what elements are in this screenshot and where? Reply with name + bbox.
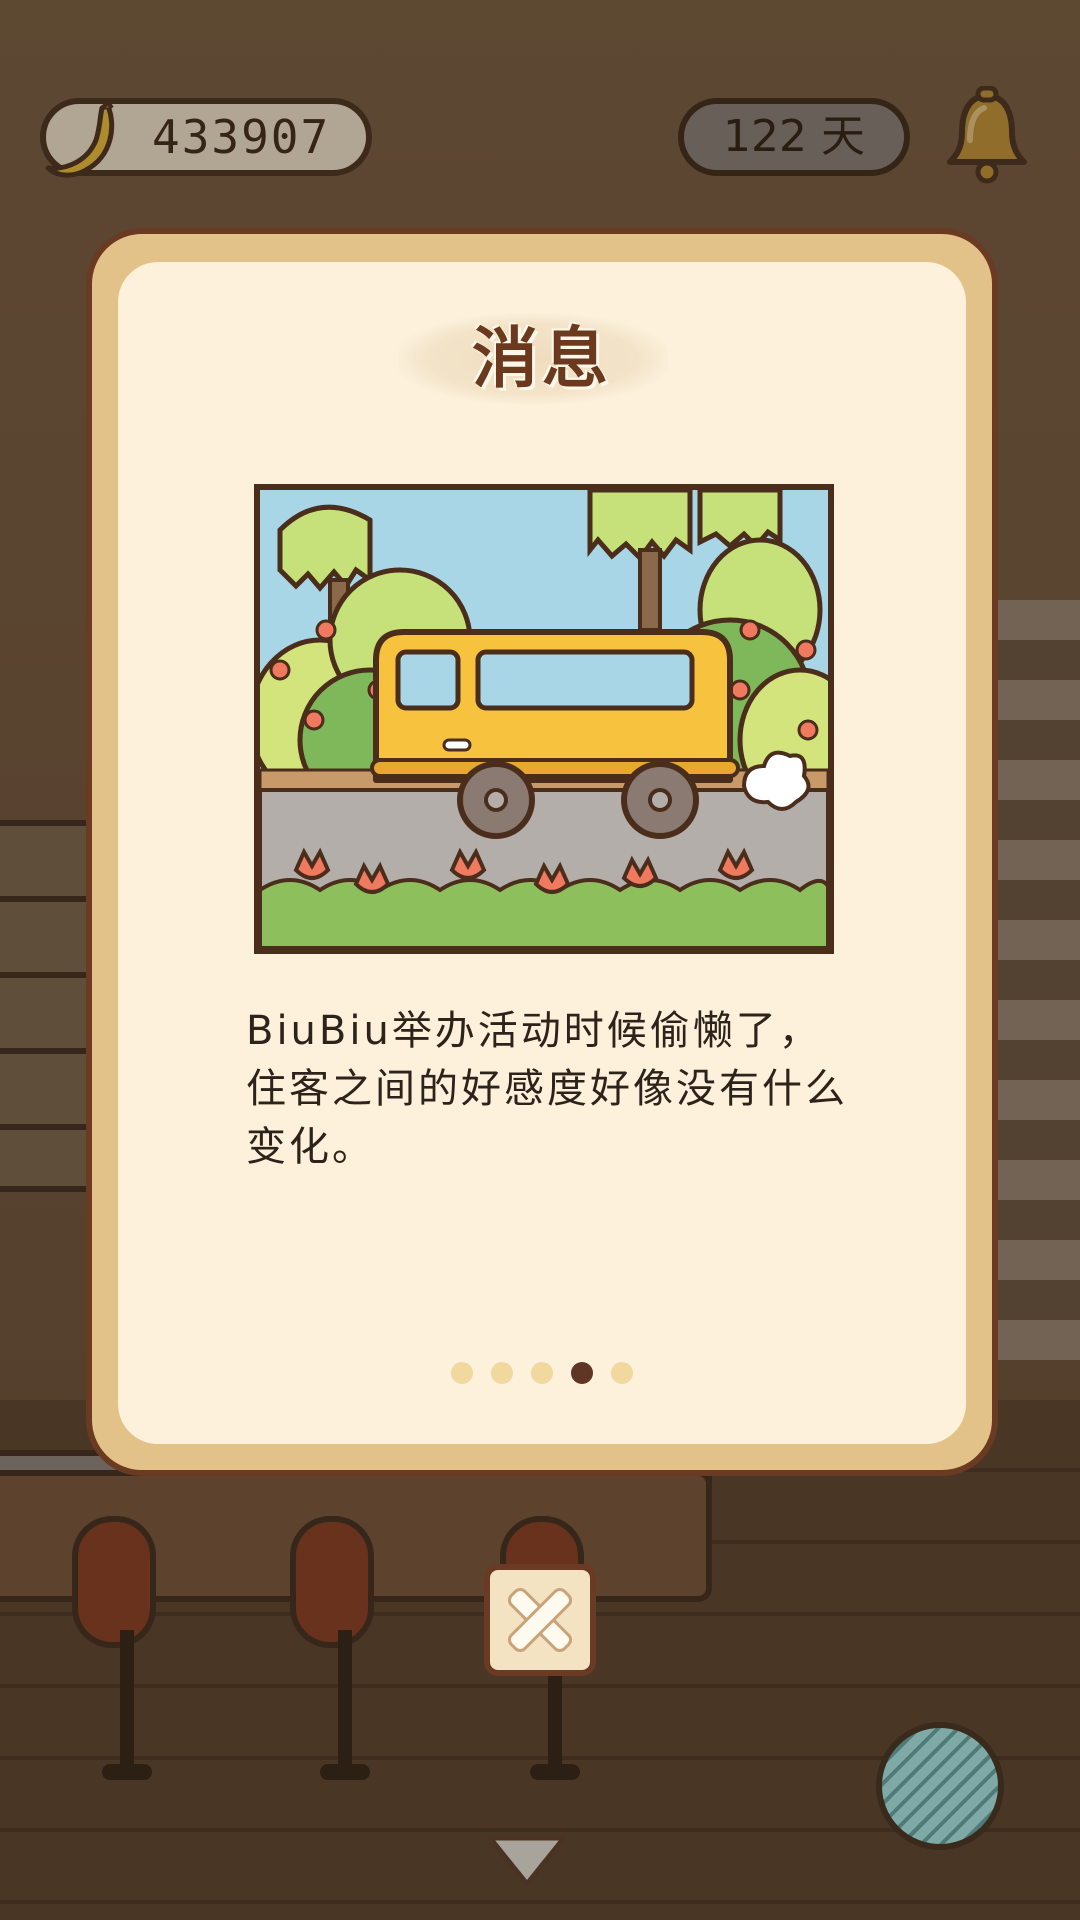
page-dot[interactable]: [491, 1362, 513, 1384]
page-dot[interactable]: [451, 1362, 473, 1384]
dialog-title: 消息: [472, 320, 612, 397]
event-message-text: BiuBiu举办活动时候偷懒了，住客之间的好感度好像没有什么变化。: [246, 1008, 848, 1170]
van-scene-illustration: [260, 490, 828, 948]
page-dot-active[interactable]: [571, 1362, 593, 1384]
event-illustration: [254, 484, 834, 954]
message-dialog-body: 消息 BiuBiu举办活动时候偷懒了，住客之间的好感度好像没有什么变化。: [118, 262, 966, 1444]
message-dialog: 消息 BiuBiu举办活动时候偷懒了，住客之间的好感度好像没有什么变化。: [86, 228, 998, 1476]
chevron-down-icon[interactable]: [484, 1830, 570, 1890]
page-dot[interactable]: [531, 1362, 553, 1384]
page-indicator: [118, 1362, 966, 1388]
close-button[interactable]: [484, 1564, 596, 1676]
page-dot[interactable]: [611, 1362, 633, 1384]
yarn-ball-icon[interactable]: [876, 1722, 1004, 1850]
